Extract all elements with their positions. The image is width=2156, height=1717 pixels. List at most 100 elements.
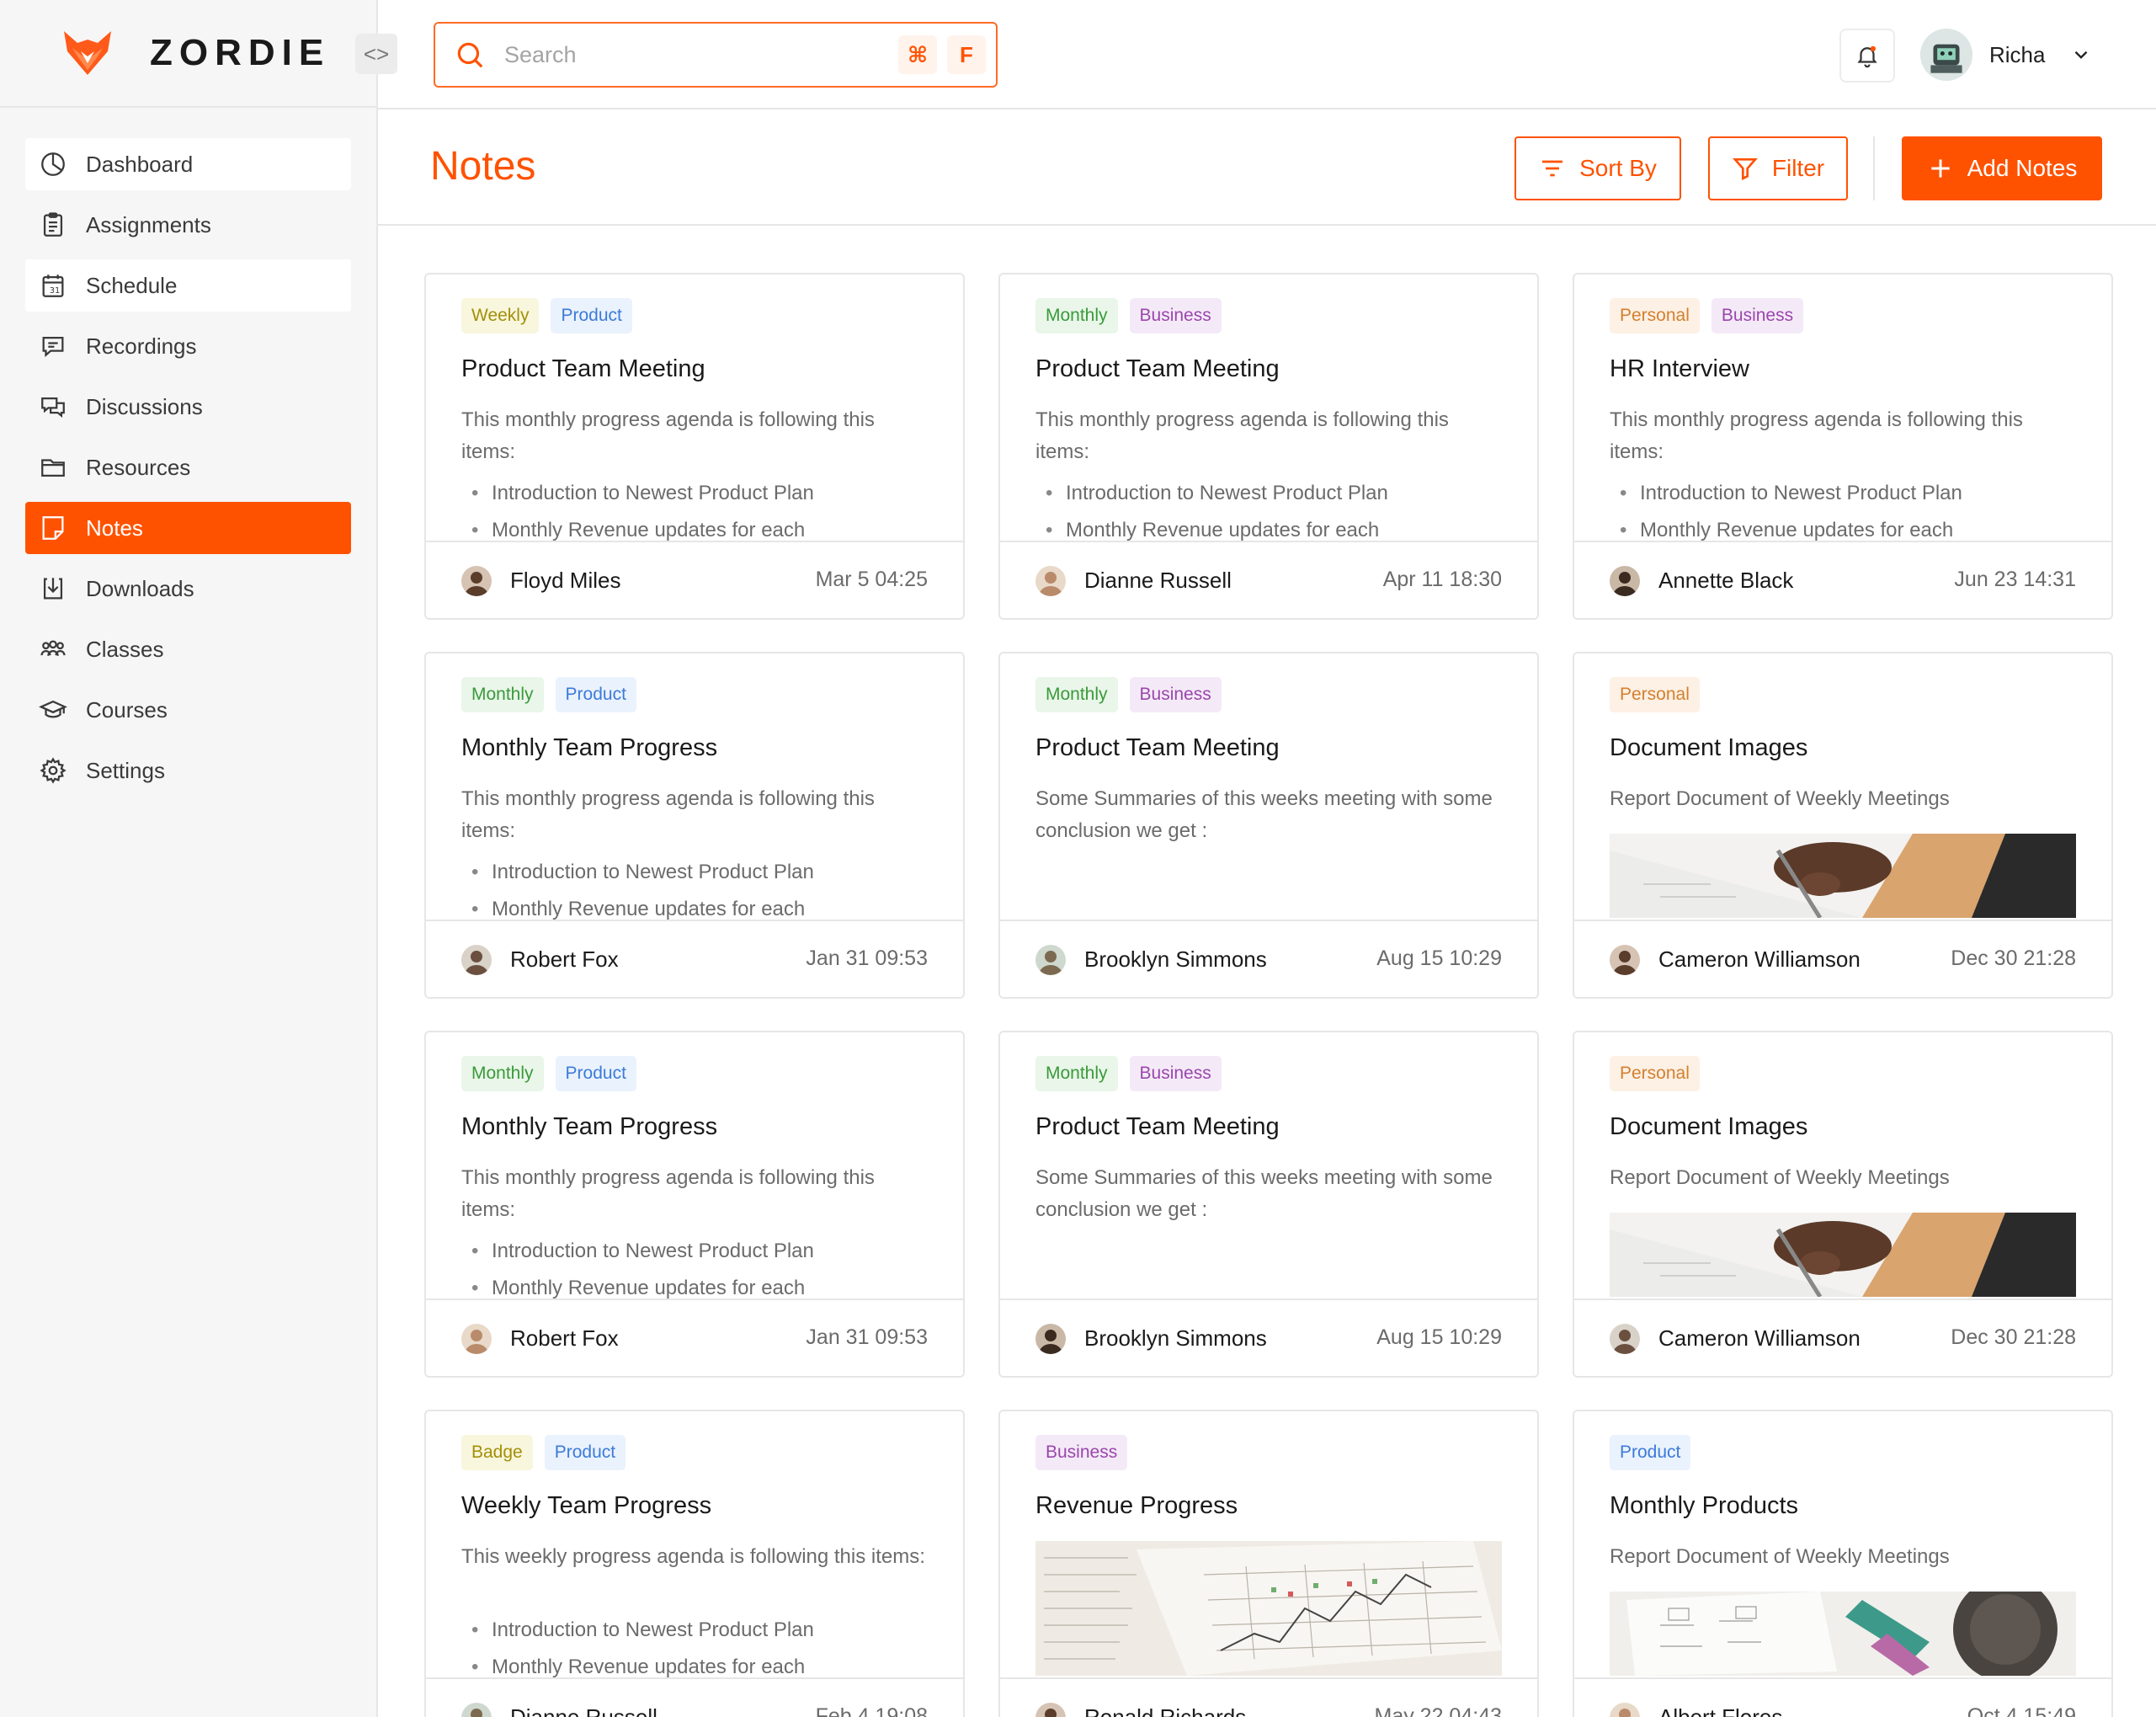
tag-badge: Weekly (461, 298, 540, 333)
sidebar-nav: Dashboard Assignments 31 Schedule Recordings… (0, 108, 376, 797)
bell-icon (1857, 45, 1877, 68)
search-input[interactable]: Search ⌘ F (434, 22, 998, 88)
note-bullet-list: Introduction to Newest Product PlanMonth… (461, 475, 814, 549)
note-description: Some Summaries of this weeks meeting wit… (1035, 787, 1493, 842)
add-notes-button[interactable]: Add Notes (1902, 136, 2102, 200)
note-title: Weekly Team Progress (461, 1492, 712, 1519)
tag-badge: Personal (1610, 677, 1700, 712)
sidebar-item-resources[interactable]: Resources (25, 441, 351, 493)
shortcut-cmd-key: ⌘ (898, 35, 937, 74)
fox-logo-icon (64, 31, 111, 75)
sidebar-item-courses[interactable]: Courses (25, 684, 351, 736)
note-card[interactable]: Weekly Product Product Team Meeting This mo… (424, 273, 965, 620)
note-date: Dec 30 21:28 (1951, 1325, 2076, 1349)
note-card[interactable]: Monthly Product Monthly Team Progress This … (424, 652, 965, 999)
note-bullet-list: Introduction to Newest Product PlanMonth… (461, 1612, 814, 1686)
note-bullet-list: Introduction to Newest Product PlanMonth… (461, 1233, 814, 1307)
page-title: Notes (430, 144, 536, 189)
list-item: Introduction to Newest Product Plan (1610, 475, 1962, 512)
note-card[interactable]: Badge Product Weekly Team Progress This wee… (424, 1410, 965, 1717)
author-name: Robert Fox (510, 1325, 619, 1351)
note-card[interactable]: Monthly Product Monthly Team Progress This … (424, 1031, 965, 1378)
list-item: Introduction to Newest Product Plan (461, 475, 814, 512)
sidebar-item-dashboard[interactable]: Dashboard (25, 138, 351, 190)
note-card[interactable]: Personal Document Images Report Document o… (1573, 652, 2113, 999)
note-description: Report Document of Weekly Meetings (1610, 787, 1950, 810)
badge-group: Monthly Product (461, 677, 648, 712)
page-header: Notes Sort By Filter Add Notes (378, 109, 2156, 226)
avatar (1610, 1703, 1640, 1717)
avatar (461, 566, 492, 596)
note-card[interactable]: Product Monthly Products Report Document o… (1573, 1410, 2113, 1717)
sidebar-item-label: Recordings (86, 333, 197, 359)
note-card[interactable]: Business Revenue Progress Ronald Richards M… (998, 1410, 1539, 1717)
sidebar-item-assignments[interactable]: Assignments (25, 199, 351, 251)
list-item: Introduction to Newest Product Plan (461, 1233, 814, 1270)
sidebar-item-label: Resources (86, 454, 191, 480)
badge-group: Monthly Business (1035, 298, 1233, 333)
note-title: HR Interview (1610, 355, 1749, 382)
tag-badge: Business (1711, 298, 1804, 333)
note-title: Document Images (1610, 734, 1808, 761)
list-item: Introduction to Newest Product Plan (461, 854, 814, 891)
gear-icon (40, 757, 67, 784)
sidebar-item-settings[interactable]: Settings (25, 744, 351, 797)
note-description: This weekly progress agenda is following… (461, 1545, 925, 1568)
add-notes-label: Add Notes (1967, 155, 2078, 181)
note-title: Monthly Team Progress (461, 1113, 718, 1140)
note-title: Product Team Meeting (1035, 734, 1280, 761)
user-name: Richa (1989, 41, 2046, 67)
sidebar: ZORDIE <> Dashboard Assignments 31 Schedule… (0, 0, 397, 1717)
sort-by-button[interactable]: Sort By (1515, 136, 1681, 200)
note-description: This monthly progress agenda is followin… (461, 1166, 875, 1221)
note-footer: Albert Flores Oct 4 15:49 (1574, 1677, 2111, 1717)
sort-by-label: Sort By (1579, 155, 1657, 181)
graduation-cap-icon (39, 700, 67, 718)
note-title: Monthly Products (1610, 1492, 1799, 1519)
note-card[interactable]: Monthly Business Product Team Meeting Some … (998, 1031, 1539, 1378)
note-card[interactable]: Personal Business HR Interview This monthly… (1573, 273, 2113, 620)
brand: ZORDIE (0, 0, 376, 108)
notifications-button[interactable] (1839, 29, 1895, 83)
author-name: Cameron Williamson (1658, 946, 1861, 972)
note-card[interactable]: Personal Document Images Report Document o… (1573, 1031, 2113, 1378)
divider (1873, 136, 1875, 200)
note-title: Document Images (1610, 1113, 1808, 1140)
tag-badge: Monthly (1035, 1056, 1118, 1091)
tag-badge: Business (1129, 1056, 1222, 1091)
author-name: Annette Black (1658, 568, 1794, 593)
note-description: Some Summaries of this weeks meeting wit… (1035, 1166, 1493, 1221)
sidebar-item-schedule[interactable]: 31 Schedule (25, 259, 351, 312)
sidebar-item-downloads[interactable]: Downloads (25, 563, 351, 615)
badge-group: Product (1610, 1435, 1702, 1470)
note-title: Revenue Progress (1035, 1492, 1238, 1519)
note-date: Aug 15 10:29 (1376, 946, 1502, 970)
note-date: Aug 15 10:29 (1376, 1325, 1502, 1349)
note-image (1610, 1213, 2076, 1297)
note-date: May 22 04:43 (1374, 1704, 1503, 1717)
sidebar-item-label: Settings (86, 757, 165, 783)
tag-badge: Business (1129, 677, 1222, 712)
filter-button[interactable]: Filter (1708, 136, 1848, 200)
note-date: Jan 31 09:53 (806, 946, 928, 970)
badge-group: Monthly Business (1035, 677, 1233, 712)
note-bullet-list: Introduction to Newest Product PlanMonth… (1610, 475, 1962, 549)
user-menu[interactable]: Richa (1920, 29, 2092, 81)
avatar (1610, 566, 1640, 596)
tag-badge: Product (1610, 1435, 1691, 1470)
sidebar-item-recordings[interactable]: Recordings (25, 320, 351, 372)
note-card[interactable]: Monthly Business Product Team Meeting Some … (998, 652, 1539, 999)
collapse-sidebar-button[interactable]: <> (355, 34, 397, 74)
sidebar-item-discussions[interactable]: Discussions (25, 381, 351, 433)
tag-badge: Business (1129, 298, 1222, 333)
sidebar-item-notes[interactable]: Notes (25, 502, 351, 554)
note-date: Oct 4 15:49 (1967, 1704, 2076, 1717)
list-item: Introduction to Newest Product Plan (1035, 475, 1388, 512)
avatar (461, 1324, 492, 1354)
note-date: Mar 5 04:25 (815, 568, 928, 591)
topbar: Search ⌘ F Richa (378, 0, 2156, 109)
avatar (1035, 566, 1066, 596)
author-name: Dianne Russell (510, 1704, 657, 1717)
sidebar-item-classes[interactable]: Classes (25, 623, 351, 675)
note-card[interactable]: Monthly Business Product Team Meeting This … (998, 273, 1539, 620)
